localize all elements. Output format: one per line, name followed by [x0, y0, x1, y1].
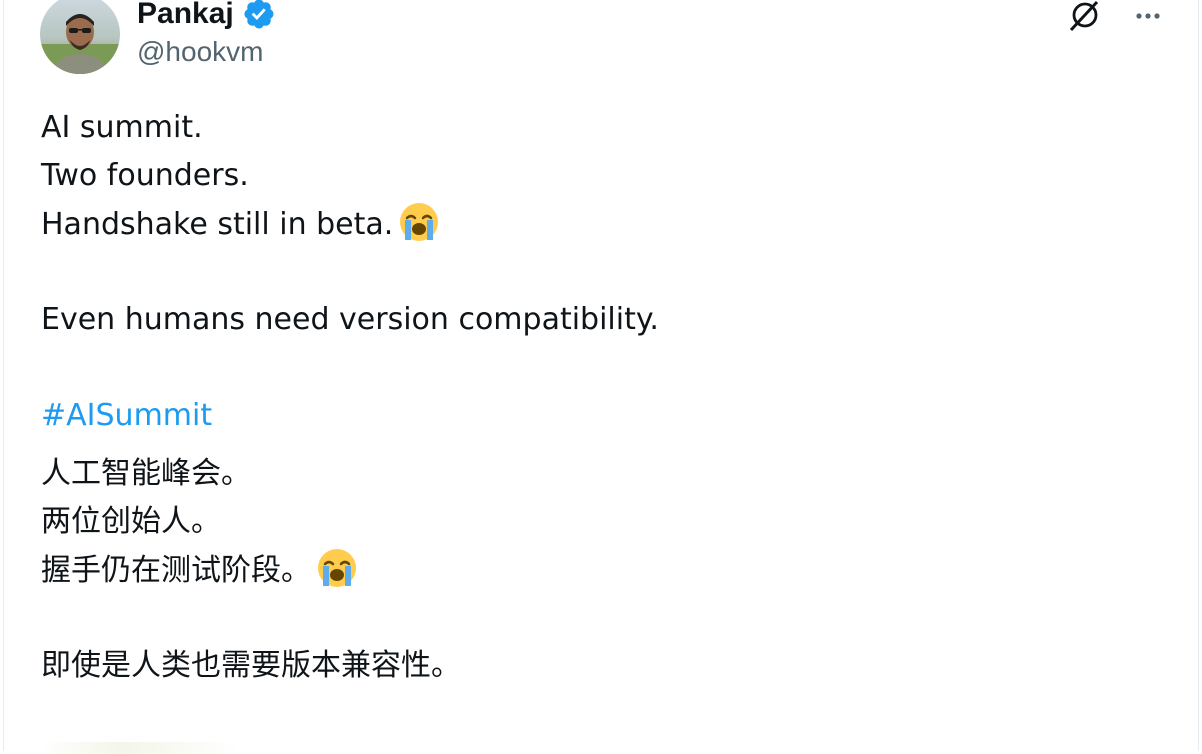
author-handle[interactable]: @hookvm: [137, 36, 263, 68]
avatar[interactable]: [40, 0, 120, 74]
author-name[interactable]: Pankaj: [137, 0, 234, 31]
tweet-line: AI summit.: [41, 110, 203, 145]
tweet-line: 人工智能峰会。: [41, 456, 251, 491]
loudly-crying-face-emoji-icon: [315, 546, 359, 590]
tweet-actions-top: [1066, 0, 1166, 34]
more-options-icon[interactable]: [1130, 0, 1166, 34]
tweet-line: Even humans need version compatibility.: [41, 302, 659, 337]
tweet-line: 即使是人类也需要版本兼容性。: [41, 648, 461, 683]
tweet-text: AI summit. Two founders. Handshake still…: [41, 104, 1161, 690]
hashtag-link[interactable]: #AISummit: [41, 392, 1161, 440]
verified-badge-icon: [242, 0, 276, 31]
translated-text: 人工智能峰会。 两位创始人。 握手仍在测试阶段。 即使是人类也需要版本兼容性。: [41, 450, 1161, 690]
tweet-line: Handshake still in beta.: [41, 200, 1161, 248]
tweet-line: Two founders.: [41, 158, 249, 193]
tweet-line: 握手仍在测试阶段。: [41, 546, 1161, 594]
tweet-line-text: Handshake still in beta.: [41, 207, 394, 242]
loudly-crying-face-emoji-icon: [397, 200, 441, 244]
cropped-content-edge: [41, 742, 241, 754]
tweet-card: Pankaj @hookvm AI summit. Two founders.: [3, 0, 1199, 754]
tweet-line-text: 握手仍在测试阶段。: [41, 553, 311, 588]
author-name-row[interactable]: Pankaj: [137, 0, 276, 34]
grok-icon[interactable]: [1066, 0, 1102, 34]
tweet-line: 两位创始人。: [41, 504, 221, 539]
